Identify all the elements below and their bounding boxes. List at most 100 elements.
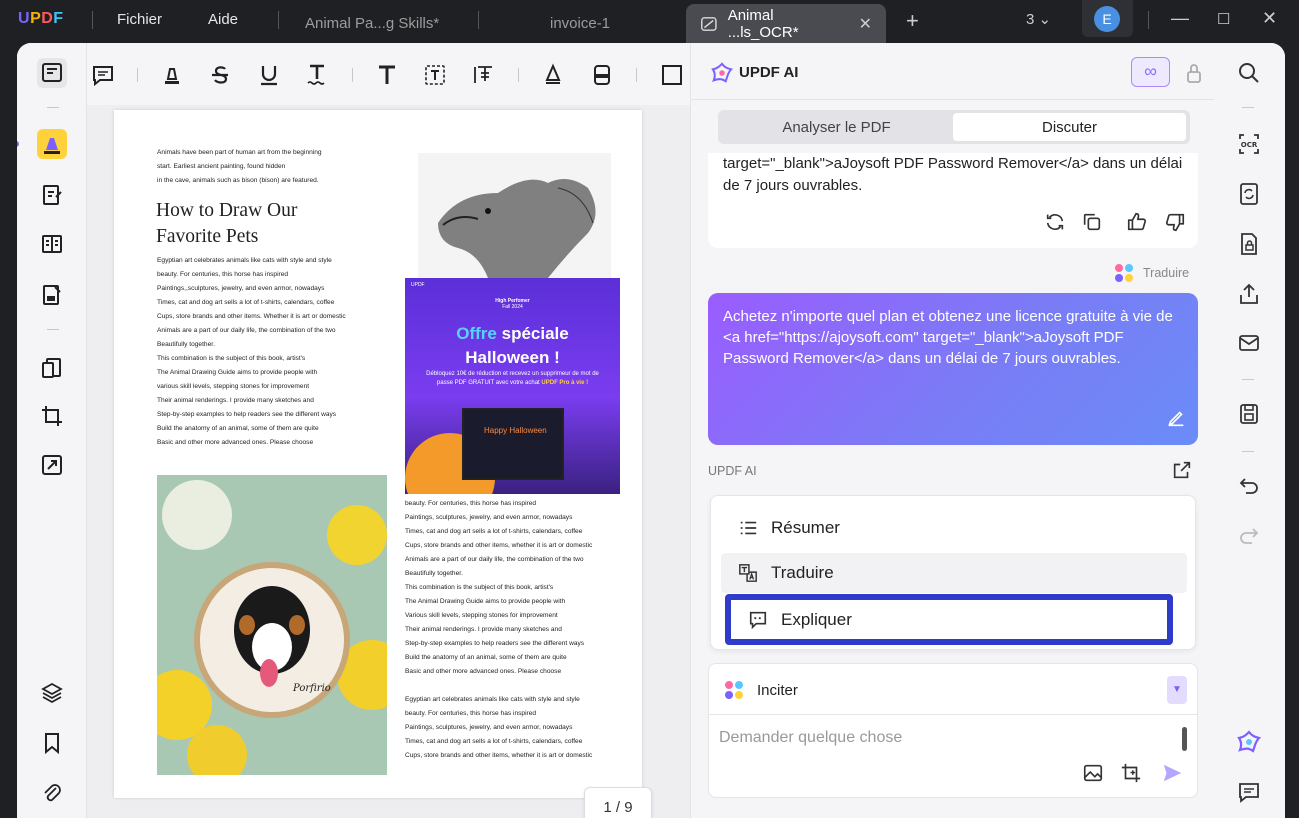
promo-title-2: Halloween ! (465, 348, 560, 367)
menu-aide[interactable]: Aide (208, 11, 238, 28)
strikethrough-icon[interactable] (206, 61, 234, 89)
eraser-icon[interactable] (588, 61, 616, 89)
updf-ai-icon[interactable] (1236, 729, 1262, 755)
ocr-doc-icon (701, 16, 717, 31)
avatar[interactable]: E (1094, 6, 1120, 32)
user-message-bubble: Achetez n'importe quel plan et obtenez u… (708, 293, 1198, 445)
textbox-icon[interactable] (421, 61, 449, 89)
crop-icon[interactable] (37, 401, 67, 431)
regenerate-icon[interactable] (1044, 211, 1068, 235)
maximize-icon[interactable]: ☐ (1217, 10, 1230, 28)
annotation-toolbar (87, 43, 690, 105)
send-icon[interactable] (1161, 762, 1183, 784)
close-tab-icon[interactable]: ✕ (859, 14, 872, 34)
menu-fichier[interactable]: Fichier (117, 11, 162, 28)
page-indicator[interactable]: 1 / 9 (584, 787, 652, 818)
tab-invoice[interactable]: invoice-1 (550, 4, 610, 43)
thumbs-down-icon[interactable] (1164, 211, 1188, 235)
menu-item-expliquer[interactable]: Expliquer (725, 594, 1173, 645)
convert-icon[interactable] (37, 353, 67, 383)
divider (92, 11, 93, 29)
left-rail (17, 43, 87, 818)
save-icon[interactable] (1236, 401, 1262, 427)
chat-input[interactable] (719, 729, 1159, 747)
updf-ai-logo-icon (711, 62, 733, 83)
prompt-selector[interactable]: Inciter ▼ (708, 663, 1198, 715)
promo-badge: High Perfomer Fall 2024 (405, 298, 620, 310)
attachment-icon[interactable] (37, 778, 67, 808)
squiggly-icon[interactable] (303, 61, 331, 89)
promo-title-b: spéciale (501, 324, 569, 343)
right-rail: OCR (1214, 43, 1285, 818)
comment-mode-icon[interactable] (37, 129, 67, 159)
email-icon[interactable] (1236, 330, 1262, 356)
shape-icon[interactable] (658, 61, 686, 89)
protect-file-icon[interactable] (1236, 231, 1262, 257)
bookmark-icon[interactable] (37, 728, 67, 758)
menu-item-traduire[interactable]: Traduire (721, 553, 1187, 593)
open-external-icon[interactable] (1171, 459, 1193, 481)
layers-icon[interactable] (37, 678, 67, 708)
minimize-icon[interactable]: — (1171, 8, 1189, 29)
list-icon (737, 517, 759, 539)
comment-icon[interactable] (89, 61, 117, 89)
ai-title: UPDF AI (739, 64, 799, 81)
highlighter-icon[interactable] (158, 61, 186, 89)
form-icon[interactable] (37, 280, 67, 310)
prompt-label: Inciter (757, 682, 798, 699)
text-icon[interactable] (373, 61, 401, 89)
batch-icon[interactable] (37, 450, 67, 480)
divider (1242, 107, 1254, 108)
ai-mode-switch: Analyser le PDF Discuter (718, 110, 1190, 144)
scrollbar[interactable] (1182, 727, 1187, 751)
edit-message-icon[interactable] (1165, 407, 1187, 429)
screen-text: Happy Halloween (484, 426, 547, 435)
thumbs-up-icon[interactable] (1126, 211, 1150, 235)
divider (1242, 379, 1254, 380)
unlimited-button[interactable]: ∞ (1131, 57, 1170, 87)
convert-file-icon[interactable] (1236, 181, 1262, 207)
close-window-icon[interactable]: ✕ (1262, 8, 1277, 29)
text-callout-icon[interactable] (470, 61, 498, 89)
redo-icon[interactable] (1236, 523, 1262, 549)
organize-pages-icon[interactable] (37, 229, 67, 259)
menu-label: Traduire (771, 563, 834, 582)
prompt-dropdown-icon[interactable]: ▼ (1167, 676, 1187, 704)
ocr-icon[interactable]: OCR (1236, 131, 1262, 157)
menu-item-resumer[interactable]: Résumer (721, 508, 1187, 548)
divider (278, 11, 279, 29)
halloween-promo-image: UPDF High Perfomer Fall 2024 Offre spéci… (405, 278, 620, 494)
tab-discuter[interactable]: Discuter (953, 113, 1186, 141)
share-icon[interactable] (1236, 281, 1262, 307)
comments-panel-icon[interactable] (1236, 779, 1262, 805)
reader-mode-icon[interactable] (37, 58, 67, 88)
ai-panel: UPDF AI ∞ target="_blank">aJoysoft PDF P… (690, 43, 1215, 818)
tab-count-dropdown[interactable]: 3 ⌄ (1026, 10, 1051, 28)
tab-analyser-pdf[interactable]: Analyser le PDF (721, 113, 952, 141)
intro-paragraph: Animals have been part of human art from… (157, 149, 322, 184)
lock-icon[interactable] (1184, 62, 1204, 84)
search-icon[interactable] (1236, 60, 1262, 86)
undo-icon[interactable] (1236, 473, 1262, 499)
screenshot-icon[interactable] (1120, 762, 1142, 784)
tab-active-ocr[interactable]: Animal ...ls_OCR* ✕ (686, 4, 886, 43)
page-title: How to Draw Our Favorite Pets (156, 198, 297, 250)
image-upload-icon[interactable] (1082, 762, 1104, 784)
title-line-2: Favorite Pets (156, 226, 259, 247)
edit-pdf-icon[interactable] (37, 180, 67, 210)
mode-tag-label: Traduire (1143, 266, 1190, 280)
account-area[interactable]: E (1082, 0, 1133, 37)
prompt-dots-icon (725, 681, 743, 699)
new-tab-plus-icon[interactable]: + (906, 8, 919, 34)
underline-icon[interactable] (255, 61, 283, 89)
copy-icon[interactable] (1081, 211, 1105, 235)
divider (137, 68, 138, 82)
divider (47, 329, 59, 330)
photo-caption: Porfirio (293, 683, 331, 694)
section-label: UPDF AI (708, 464, 757, 478)
tab-animal-skills[interactable]: Animal Pa...g Skills* (305, 4, 439, 43)
title-line-1: How to Draw Our (156, 200, 298, 221)
document-viewer[interactable]: Animals have been part of human art from… (87, 105, 690, 818)
promo-desc: Débloquez 10€ de réduction et recevez un… (425, 370, 600, 388)
pencil-icon[interactable] (539, 61, 567, 89)
